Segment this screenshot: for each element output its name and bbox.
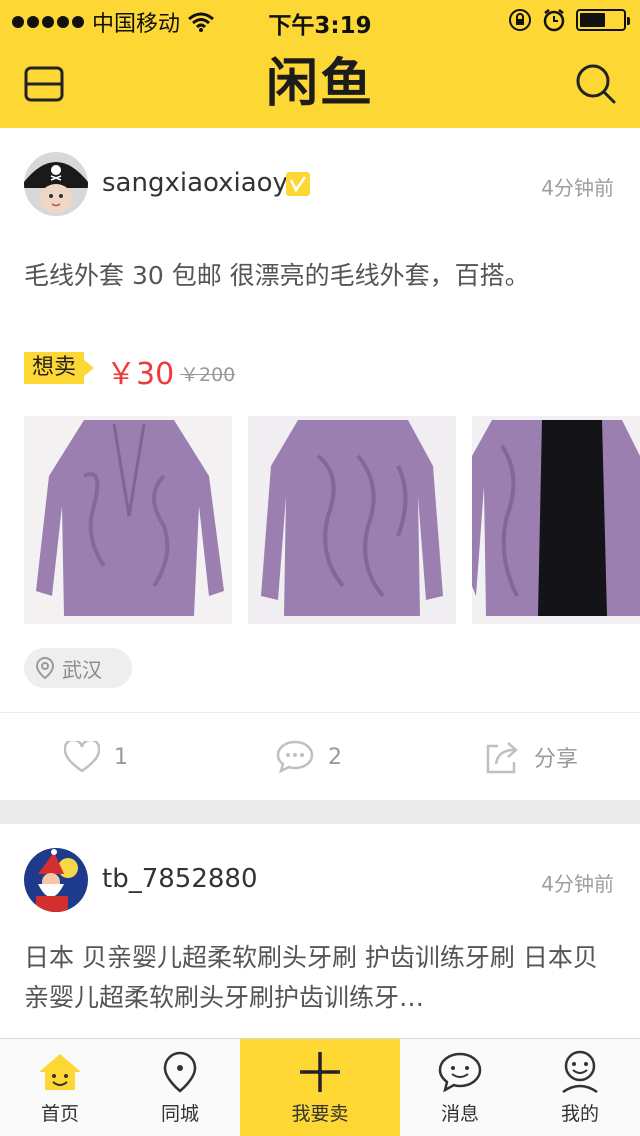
like-button[interactable]: 1 [64,732,128,782]
tab-nearby[interactable]: 同城 [120,1039,240,1136]
tab-messages[interactable]: 消息 [400,1039,520,1136]
comment-button[interactable]: 2 [276,732,342,782]
location-label: 武汉 [62,657,102,682]
location-tag[interactable]: 武汉 [24,648,132,688]
tab-sell[interactable]: 我要卖 [240,1039,400,1136]
tab-label: 我要卖 [291,1103,349,1125]
share-button[interactable]: 分享 [484,732,578,782]
status-bar: 中国移动 下午3:19 [0,0,640,40]
tab-home[interactable]: 首页 [0,1039,120,1136]
heart-icon [64,741,100,773]
share-label: 分享 [534,747,579,772]
feed-item[interactable]: sangxiaoxiaoy 4分钟前 毛线外套 30 包邮 很漂亮的毛线外套，百… [0,128,640,800]
top-bar: 中国移动 下午3:19 闲鱼 [0,0,640,128]
plus-icon [300,1052,340,1092]
comment-count: 2 [328,744,342,770]
share-icon [486,742,518,774]
search-icon [576,64,616,104]
tab-profile[interactable]: 我的 [520,1039,640,1136]
comment-icon [276,740,314,774]
product-photo[interactable] [24,416,232,624]
search-button[interactable] [568,56,624,112]
rotation-lock-icon [509,9,531,31]
app-logo: 闲鱼 [265,54,374,114]
avatar[interactable] [24,848,88,912]
message-icon [438,1052,482,1092]
original-price: ￥200 [180,364,236,386]
tab-label: 我的 [560,1103,599,1125]
product-photo[interactable] [472,416,640,624]
like-count: 1 [114,744,128,770]
post-time: 4分钟前 [541,872,614,896]
username[interactable]: tb_7852880 [102,864,258,894]
product-photo[interactable] [248,416,456,624]
username[interactable]: sangxiaoxiaoy [102,168,288,198]
post-description: 毛线外套 30 包邮 很漂亮的毛线外套，百搭。 [24,261,530,290]
sell-tag: 想卖 [24,352,95,384]
price: ￥30 [106,357,175,392]
avatar-image [24,152,88,216]
alarm-icon [543,9,565,32]
avatar-image [24,848,88,912]
tab-label: 同城 [160,1103,199,1125]
feed-item[interactable]: tb_7852880 4分钟前 日本 贝亲婴儿超柔软刷头牙刷 护齿训练牙刷 日本… [0,824,640,1040]
post-time: 4分钟前 [541,176,614,200]
battery-icon [576,9,630,31]
post-description: 日本 贝亲婴儿超柔软刷头牙刷 护齿训练牙刷 日本贝亲婴儿超柔软刷头牙刷护齿训练牙… [24,943,598,1012]
avatar[interactable] [24,152,88,216]
verified-icon [286,172,310,196]
profile-icon [562,1050,598,1094]
tab-label: 消息 [440,1103,479,1125]
location-pin-icon [163,1051,197,1093]
location-pin-icon [36,657,54,679]
home-icon [39,1054,81,1090]
tab-label: 首页 [40,1103,79,1125]
battery-level [580,13,605,27]
divider [0,712,640,713]
tab-bar: 首页 同城 我要卖 消息 我的 [0,1038,640,1136]
